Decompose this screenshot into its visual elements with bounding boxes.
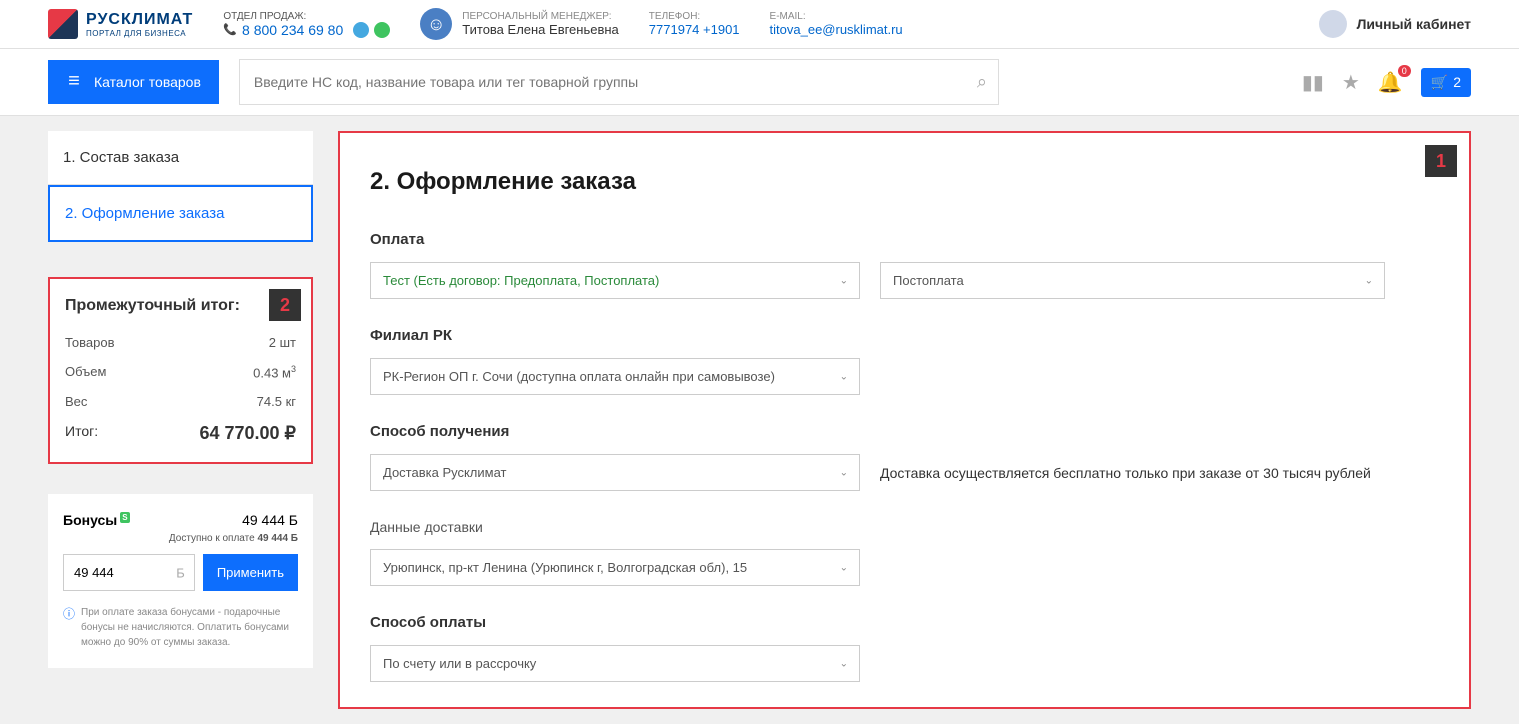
search-box: ⌕ [239, 59, 999, 105]
info-icon: ⓘ [63, 605, 75, 650]
step-1-order-contents[interactable]: 1. Состав заказа [48, 131, 313, 185]
manager-email-block: E-MAIL: titova_ee@rusklimat.ru [770, 11, 903, 37]
volume-label: Объем [65, 364, 106, 380]
top-header: РУСКЛИМАТ ПОРТАЛ ДЛЯ БИЗНЕСА ОТДЕЛ ПРОДА… [0, 0, 1519, 49]
hamburger-icon [66, 74, 82, 90]
manager-email-link[interactable]: titova_ee@rusklimat.ru [770, 22, 903, 37]
weight-value: 74.5 кг [257, 394, 296, 409]
payment-method-label: Способ оплаты [370, 614, 1439, 631]
bonus-available: Доступно к оплате 49 444 Б [63, 533, 298, 544]
catalog-button[interactable]: Каталог товаров [48, 60, 219, 104]
apply-bonus-button[interactable]: Применить [203, 554, 298, 591]
whatsapp-icon[interactable] [374, 22, 390, 38]
logo-icon [48, 9, 78, 39]
bonus-input[interactable] [63, 554, 195, 591]
sales-phone[interactable]: 8 800 234 69 80 [223, 22, 390, 38]
nav-bar: Каталог товаров ⌕ ▮▮ ★ 🔔0 🛒 2 [0, 49, 1519, 116]
logo[interactable]: РУСКЛИМАТ ПОРТАЛ ДЛЯ БИЗНЕСА [48, 9, 193, 39]
account-link[interactable]: Личный кабинет [1319, 10, 1471, 38]
total-label: Итог: [65, 423, 98, 444]
search-icon[interactable]: ⌕ [977, 72, 987, 93]
items-label: Товаров [65, 335, 115, 350]
notif-badge: 0 [1398, 65, 1411, 77]
cart-icon: 🛒 [1431, 74, 1448, 91]
delivery-method-select[interactable]: Доставка Русклимат ⌄ [370, 454, 860, 491]
items-value: 2 шт [269, 335, 296, 350]
account-avatar-icon [1319, 10, 1347, 38]
annotation-2: 2 [269, 289, 301, 321]
payment-contract-select[interactable]: Тест (Есть договор: Предоплата, Постопла… [370, 262, 860, 299]
cart-button[interactable]: 🛒 2 [1421, 68, 1471, 97]
bonus-card: БонусыS 49 444 Б Доступно к оплате 49 44… [48, 494, 313, 668]
sales-dept-label: ОТДЕЛ ПРОДАЖ: [223, 11, 390, 22]
manager-phone-block: ТЕЛЕФОН: 7771974 +1901 [649, 11, 740, 37]
delivery-address-select[interactable]: Урюпинск, пр-кт Ленина (Урюпинск г, Волг… [370, 549, 860, 586]
star-icon[interactable]: ★ [1342, 70, 1360, 95]
manager-phone-link[interactable]: 7771974 +1901 [649, 22, 740, 37]
bonus-unit: Б [176, 565, 185, 580]
logo-subtitle: ПОРТАЛ ДЛЯ БИЗНЕСА [86, 29, 193, 38]
logo-title: РУСКЛИМАТ [86, 11, 193, 29]
page-title: 2. Оформление заказа [370, 168, 1439, 196]
annotation-1: 1 [1425, 145, 1457, 177]
telegram-icon[interactable] [353, 22, 369, 38]
delivery-data-label: Данные доставки [370, 519, 1439, 535]
manager-avatar-icon: ☺ [420, 8, 452, 40]
stats-icon[interactable]: ▮▮ [1302, 70, 1324, 95]
branch-select[interactable]: РК-Регион ОП г. Сочи (доступна оплата он… [370, 358, 860, 395]
bonus-title: БонусыS [63, 512, 130, 528]
search-input[interactable] [239, 59, 999, 105]
branch-section-label: Филиал РК [370, 327, 1439, 344]
payment-section-label: Оплата [370, 231, 1439, 248]
bell-icon[interactable]: 🔔0 [1378, 70, 1403, 95]
manager-block: ☺ ПЕРСОНАЛЬНЫЙ МЕНЕДЖЕР: Титова Елена Ев… [420, 8, 619, 40]
total-value: 64 770.00 ₽ [199, 423, 296, 444]
bonus-amount: 49 444 Б [242, 512, 298, 528]
delivery-method-label: Способ получения [370, 423, 1439, 440]
checkout-form: 1 2. Оформление заказа Оплата Тест (Есть… [338, 131, 1471, 709]
bonus-note: ⓘ При оплате заказа бонусами - подарочны… [63, 605, 298, 650]
step-2-checkout[interactable]: 2. Оформление заказа [48, 185, 313, 242]
subtotal-title: Промежуточный итог: [65, 297, 296, 315]
subtotal-card: 2 Промежуточный итог: Товаров 2 шт Объем… [48, 277, 313, 464]
payment-method-select[interactable]: По счету или в рассрочку ⌄ [370, 645, 860, 682]
volume-value: 0.43 м3 [253, 364, 296, 380]
weight-label: Вес [65, 394, 87, 409]
manager-name: Титова Елена Евгеньевна [462, 22, 619, 37]
delivery-note: Доставка осуществляется бесплатно только… [880, 465, 1371, 481]
payment-type-select[interactable]: Постоплата ⌄ [880, 262, 1385, 299]
step-nav: 1. Состав заказа 2. Оформление заказа [48, 131, 313, 242]
manager-label: ПЕРСОНАЛЬНЫЙ МЕНЕДЖЕР: [462, 11, 619, 22]
